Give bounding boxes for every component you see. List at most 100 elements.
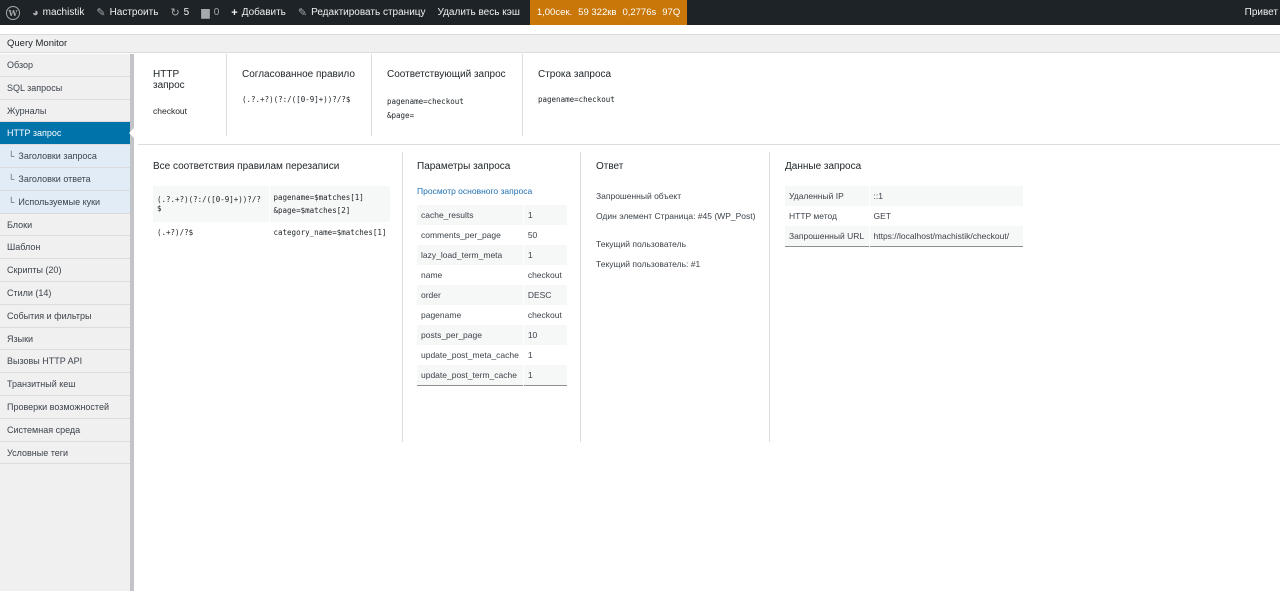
customize-link[interactable]: ✎ Настроить (90, 0, 164, 25)
table-row: Удаленный IP::1 (785, 186, 1023, 206)
query-string-title: Строка запроса (538, 69, 612, 80)
sidebar-item-label: Системная среда (7, 424, 81, 435)
comments-count: 0 (213, 7, 220, 18)
param-value: 10 (522, 325, 568, 345)
sidebar-item[interactable]: Проверки возможностей (0, 396, 130, 419)
plus-icon: + (231, 6, 238, 19)
query-cell: pagename=$matches[1] &page=$matches[2] (268, 186, 391, 223)
add-new-link[interactable]: + Добавить (225, 0, 292, 25)
request-data-value: GET (868, 206, 1023, 226)
sidebar-item-label: HTTP запрос (7, 128, 62, 139)
sidebar-item-label: Заголовки запроса (18, 151, 97, 162)
sidebar-item-label: Проверки возможностей (7, 401, 109, 412)
sidebar-item-label: Вызовы HTTP API (7, 356, 83, 367)
query-line: &page=$matches[2] (273, 205, 351, 215)
sidebar-item[interactable]: Шаблон (0, 236, 130, 260)
param-value: checkout (522, 265, 568, 285)
edit-page-link[interactable]: ✎ Редактировать страницу (292, 0, 432, 25)
param-key: order (417, 285, 524, 305)
site-name-link[interactable]: ◕ machistik (26, 0, 90, 25)
qm-memory: 59 322кв (578, 7, 617, 18)
request-data-value: https://localhost/machistik/checkout/ (868, 226, 1023, 246)
qm-time: 1,00сек. (536, 7, 573, 18)
sidebar-item[interactable]: └ Заголовки запроса (0, 145, 130, 168)
matched-rule-value: (.?.+?)(?:/([0-9]+))?/?$ (242, 95, 351, 104)
param-value: 1 (522, 365, 568, 385)
sidebar-item[interactable]: Блоки (0, 214, 130, 237)
sidebar-item[interactable]: Вызовы HTTP API (0, 350, 130, 374)
query-params-section: Параметры запроса Просмотр основного зап… (402, 152, 580, 442)
param-value: checkout (522, 305, 568, 325)
pencil-icon: ✎ (297, 7, 308, 19)
sidebar-item[interactable]: Скрипты (20) (0, 259, 130, 282)
sidebar-item-label: Блоки (7, 219, 33, 230)
site-name-label: machistik (42, 7, 85, 18)
query-line: pagename=$matches[1] (273, 192, 364, 202)
query-string-section: Строка запроса pagename=checkout (523, 54, 673, 136)
comment-icon: ▆ (201, 7, 210, 19)
param-value: 1 (522, 245, 568, 265)
sidebar-item[interactable]: └ Заголовки ответа (0, 167, 130, 191)
sidebar-item[interactable]: События и фильтры (0, 305, 130, 328)
matched-query-section: Соответствующий запрос pagename=checkout… (372, 54, 523, 136)
sidebar-item[interactable]: Обзор (0, 54, 130, 77)
request-data-value: ::1 (868, 186, 1023, 206)
qm-query-time: 0,2776s (622, 7, 657, 18)
http-request-title: HTTP запрос (153, 69, 185, 91)
response-title: Ответ (596, 161, 624, 172)
matched-rule-section: Согласованное правило (.?.+?)(?:/([0-9]+… (227, 54, 372, 136)
sidebar-item-label: Используемые куки (18, 196, 101, 207)
clear-cache-link[interactable]: Удалить весь кэш (432, 0, 526, 25)
sub-indicator-icon: └ (8, 173, 15, 184)
view-main-query-link[interactable]: Просмотр основного запроса (417, 186, 580, 196)
table-row: cache_results 1 (417, 205, 568, 225)
comments-link[interactable]: ▆ 0 (195, 0, 225, 25)
table-row: update_post_term_cache 1 (417, 365, 568, 385)
sidebar-item[interactable]: Журналы (0, 100, 130, 123)
sidebar-item[interactable]: Стили (14) (0, 282, 130, 305)
queried-object-label: Запрошенный объект (596, 191, 682, 201)
sidebar-item[interactable]: SQL запросы (0, 77, 130, 100)
sidebar-item-label: Стили (14) (7, 287, 52, 298)
param-value: DESC (522, 285, 568, 305)
sidebar-item[interactable]: HTTP запрос (0, 122, 134, 146)
dashboard-icon: ◕ (32, 6, 39, 19)
sidebar-item[interactable]: Языки (0, 328, 130, 351)
sidebar-item-label: Заголовки ответа (18, 173, 91, 184)
rewrite-rules-table: (.?.+?)(?:/([0-9]+))?/?$ pagename=$match… (153, 186, 391, 244)
table-row: order DESC (417, 285, 568, 305)
sidebar-item-label: Скрипты (20) (7, 265, 62, 276)
param-key: update_post_term_cache (417, 365, 524, 385)
sidebar-item[interactable]: Транзитный кеш (0, 373, 130, 396)
request-data-key: Удаленный IP (785, 186, 869, 206)
updates-icon: ↻ (170, 7, 180, 19)
table-row: pagename checkout (417, 305, 568, 325)
my-account-link[interactable]: Привет (1239, 0, 1280, 25)
updates-link[interactable]: ↻ 5 (164, 0, 195, 25)
query-cell: category_name=$matches[1] (268, 222, 391, 244)
add-new-label: Добавить (241, 7, 286, 18)
sidebar-item[interactable]: Системная среда (0, 419, 130, 442)
table-row: HTTP метод GET (785, 206, 1023, 226)
brush-icon: ✎ (96, 7, 106, 19)
table-row: comments_per_page 50 (417, 225, 568, 245)
query-string-value: pagename=checkout (538, 95, 615, 104)
param-value: 1 (522, 205, 568, 225)
request-data-title: Данные запроса (785, 161, 862, 172)
sidebar-item[interactable]: Условные теги (0, 442, 130, 465)
updates-count: 5 (183, 7, 190, 18)
sidebar-item-label: Журналы (7, 105, 47, 116)
sidebar-item-label: Языки (7, 333, 34, 344)
sidebar-item-label: Условные теги (7, 447, 69, 458)
edit-page-label: Редактировать страницу (311, 7, 426, 18)
wordpress-logo-button[interactable]: W (0, 0, 26, 25)
response-section: Ответ Запрошенный объект Один элемент Ст… (581, 152, 769, 442)
sidebar-item-label: Обзор (7, 60, 33, 70)
matched-query-line1: pagename=checkout (387, 97, 464, 106)
query-monitor-stats-button[interactable]: 1,00сек. 59 322кв 0,2776s 97Q (529, 0, 688, 25)
table-row: update_post_meta_cache 1 (417, 345, 568, 365)
current-user-label: Текущий пользователь (596, 239, 687, 249)
sidebar-item[interactable]: └ Используемые куки (0, 190, 130, 214)
sub-indicator-icon: └ (8, 151, 15, 162)
rewrite-rules-section: Все соответствия правилам перезаписи (.?… (138, 152, 402, 442)
